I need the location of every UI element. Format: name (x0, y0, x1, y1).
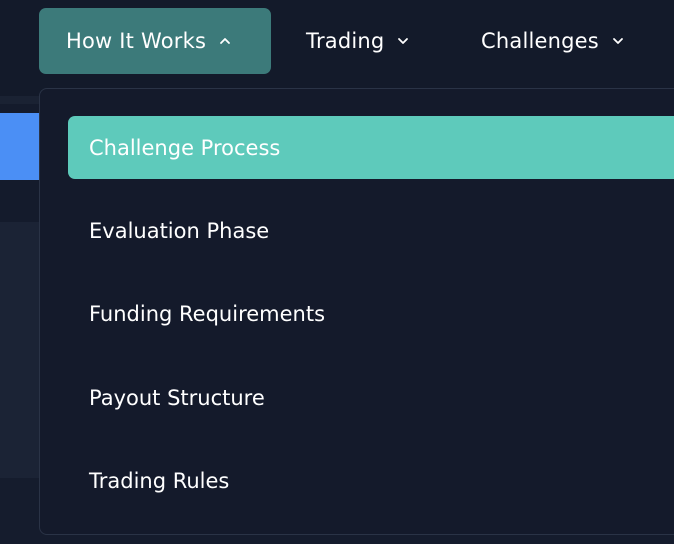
nav-challenges[interactable]: Challenges (481, 8, 625, 74)
chevron-up-icon (220, 38, 231, 44)
menu-item-label: Funding Requirements (89, 301, 326, 326)
nav-item-label: Challenges (481, 29, 599, 53)
menu-item-label: Trading Rules (89, 468, 230, 493)
menu-item-trading-rules[interactable]: Trading Rules (68, 449, 674, 512)
chevron-down-icon (613, 38, 623, 44)
menu-item-evaluation-phase[interactable]: Evaluation Phase (68, 199, 674, 262)
menu-item-payout-structure[interactable]: Payout Structure (68, 366, 674, 429)
nav-item-label: How It Works (66, 29, 207, 53)
menu-item-funding-requirements[interactable]: Funding Requirements (68, 282, 674, 345)
nav-how-it-works[interactable]: How It Works (39, 8, 271, 74)
page: How It Works Trading Challenges Challeng… (0, 0, 674, 544)
nav-trading[interactable]: Trading (306, 8, 410, 74)
menu-item-label: Payout Structure (89, 385, 265, 410)
menu-item-challenge-process[interactable]: Challenge Process (68, 116, 674, 179)
nav-item-label: Trading (306, 29, 385, 53)
menu-item-label: Challenge Process (89, 135, 281, 160)
menu-item-label: Evaluation Phase (89, 218, 270, 243)
top-navigation: How It Works Trading Challenges (0, 0, 674, 96)
chevron-down-icon (398, 38, 409, 44)
how-it-works-dropdown-menu: Challenge Process Evaluation Phase Fundi… (39, 88, 674, 535)
